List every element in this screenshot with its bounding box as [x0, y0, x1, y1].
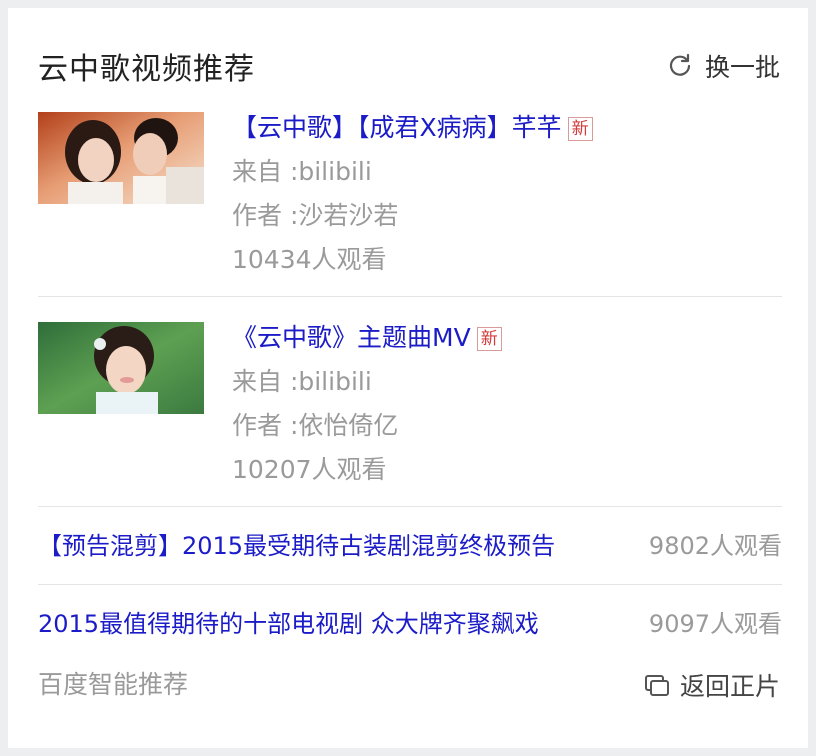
- video-views: 10434人观看: [232, 245, 387, 274]
- footer-label: 百度智能推荐: [38, 670, 189, 699]
- video-title-link[interactable]: 《云中歌》主题曲MV: [232, 323, 471, 352]
- link-title[interactable]: 【预告混剪】2015最受期待古装剧混剪终极预告: [38, 524, 555, 568]
- card-header: 云中歌视频推荐 换一批: [38, 42, 780, 90]
- video-title-link[interactable]: 【云中歌】【成君X病病】芊芊: [232, 113, 562, 142]
- refresh-button[interactable]: 换一批: [667, 48, 780, 84]
- video-source: 来自 :bilibili: [232, 157, 372, 186]
- new-badge: 新: [567, 116, 593, 141]
- video-views: 10207人观看: [232, 455, 387, 484]
- video-source: 来自 :bilibili: [232, 367, 372, 396]
- link-title[interactable]: 2015最值得期待的十部电视剧 众大牌齐聚飙戏: [38, 602, 539, 646]
- windows-icon: [644, 675, 669, 696]
- card-footer: 百度智能推荐 返回正片: [38, 662, 780, 708]
- back-to-main-button[interactable]: 返回正片: [644, 667, 780, 703]
- video-author: 作者 :沙若沙若: [232, 201, 399, 230]
- video-thumbnail[interactable]: [38, 112, 204, 204]
- card-title: 云中歌视频推荐: [38, 52, 255, 87]
- video-item: 【云中歌】【成君X病病】芊芊新 来自 :bilibili 作者 :沙若沙若 10…: [38, 112, 782, 297]
- video-meta: 【云中歌】【成君X病病】芊芊新 来自 :bilibili 作者 :沙若沙若 10…: [232, 106, 782, 282]
- link-views: 9097人观看: [648, 610, 782, 638]
- link-item: 2015最值得期待的十部电视剧 众大牌齐聚飙戏 9097人观看: [38, 586, 782, 662]
- refresh-label: 换一批: [704, 53, 780, 82]
- new-badge: 新: [476, 326, 502, 351]
- back-label: 返回正片: [679, 672, 780, 701]
- link-views: 9802人观看: [648, 532, 782, 560]
- video-author: 作者 :依怡倚亿: [232, 411, 399, 440]
- video-thumbnail[interactable]: [38, 322, 204, 414]
- link-item: 【预告混剪】2015最受期待古装剧混剪终极预告 9802人观看: [38, 508, 782, 585]
- video-item: 《云中歌》主题曲MV 新 来自 :bilibili 作者 :依怡倚亿 10207人…: [38, 322, 782, 507]
- video-recommend-card: 云中歌视频推荐 换一批 【云中歌】【成君X病病】芊芊 新 来自:bilibil…: [8, 8, 808, 748]
- video-meta: 《云中歌》主题曲MV 新 来自 :bilibili 作者 :依怡倚亿 10207人…: [232, 316, 782, 492]
- refresh-icon: [669, 53, 691, 76]
